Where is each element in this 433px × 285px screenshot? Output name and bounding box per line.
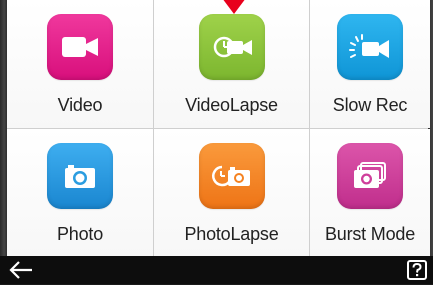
slow-rec-icon (337, 14, 403, 80)
burst-mode-icon (337, 143, 403, 209)
video-camera-icon (47, 14, 113, 80)
mode-tile-videolapse[interactable]: VideoLapse (154, 0, 309, 128)
help-icon[interactable] (407, 260, 427, 280)
mode-label: Photo (56, 224, 104, 244)
mode-tile-photo[interactable]: Photo (7, 129, 153, 257)
mode-tile-slow-rec[interactable]: Slow Rec (310, 0, 430, 128)
mode-label: Video (57, 95, 103, 115)
mode-tile-burst-mode[interactable]: Burst Mode (310, 129, 430, 257)
videolapse-icon (198, 14, 265, 80)
mode-grid: Video VideoLapse Slow Rec Photo PhotoLap… (7, 0, 430, 257)
mode-label: Slow Rec (332, 95, 408, 115)
mode-label: VideoLapse (185, 95, 278, 115)
bottom-bar (0, 256, 433, 284)
photolapse-icon (198, 143, 265, 209)
mode-label: PhotoLapse (184, 224, 279, 244)
mode-tile-photolapse[interactable]: PhotoLapse (154, 129, 309, 257)
mode-label: Burst Mode (324, 224, 416, 244)
mode-tile-video[interactable]: Video (7, 0, 153, 128)
photo-camera-icon (47, 143, 113, 209)
back-arrow-icon[interactable] (4, 257, 38, 283)
screen-frame-left (0, 0, 7, 256)
selected-mode-indicator-icon (222, 0, 246, 14)
camera-mode-screen: Video VideoLapse Slow Rec Photo PhotoLap… (0, 0, 433, 284)
